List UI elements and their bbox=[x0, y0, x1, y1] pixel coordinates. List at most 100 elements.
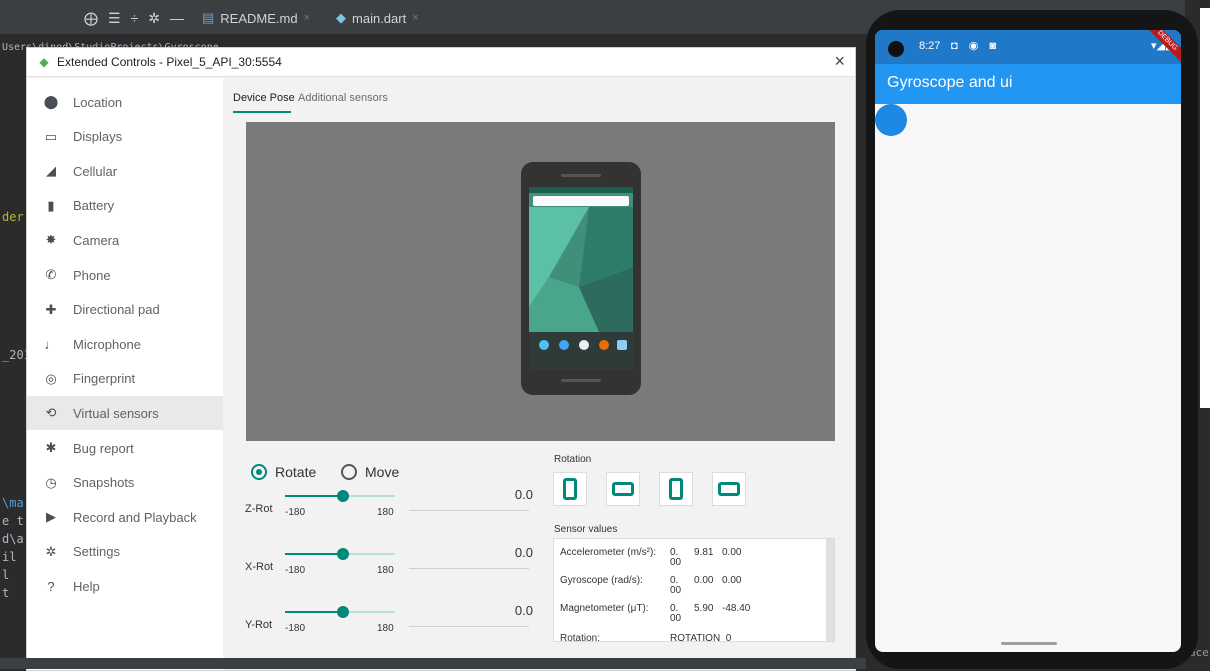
device-status-bar: 8:27 ◘ ◉ ◙ ▾◢▮ DEBUG bbox=[875, 30, 1181, 65]
app-title: Gyroscope and ui bbox=[887, 74, 1013, 91]
slider-fill bbox=[285, 553, 343, 555]
reverse-portrait-icon bbox=[669, 478, 683, 500]
sidebar-item-label: Settings bbox=[73, 544, 120, 560]
sidebar-item-directional-pad[interactable]: ✚ Directional pad bbox=[27, 293, 223, 327]
gear-icon[interactable]: ✲ bbox=[148, 10, 160, 27]
close-tab-icon[interactable]: × bbox=[412, 12, 418, 24]
sidebar-item-virtual-sensors[interactable]: ⟲ Virtual sensors bbox=[27, 396, 223, 431]
tab-main-dart[interactable]: ◆ main.dart × bbox=[328, 8, 427, 28]
slider-label: Z-Rot bbox=[245, 503, 273, 515]
phone-app-icon bbox=[599, 340, 609, 350]
slider-thumb[interactable] bbox=[336, 548, 349, 560]
phone-speaker bbox=[561, 174, 601, 177]
gyroscope-ball bbox=[875, 104, 907, 136]
sidebar-item-bug-report[interactable]: ✱ Bug report bbox=[27, 431, 223, 465]
sidebar-item-fingerprint[interactable]: ◎ Fingerprint bbox=[27, 362, 223, 396]
rotate-portrait-button[interactable] bbox=[553, 472, 587, 506]
phone-speaker bbox=[561, 379, 601, 382]
sensor-values-scrollbar[interactable] bbox=[826, 539, 834, 641]
close-tab-icon[interactable]: × bbox=[304, 12, 310, 24]
slider-min-label: -180 bbox=[285, 565, 306, 576]
sidebar-item-battery[interactable]: ▮ Battery bbox=[27, 189, 223, 223]
virtual-phone-screen bbox=[529, 187, 633, 370]
help-icon: ? bbox=[47, 578, 55, 594]
portrait-icon bbox=[563, 478, 577, 500]
front-camera-icon bbox=[888, 41, 904, 57]
sidebar-item-camera[interactable]: ✸ Camera bbox=[27, 223, 223, 257]
slider-max-label: 180 bbox=[377, 623, 394, 634]
sidebar-item-cellular[interactable]: ◢ Cellular bbox=[27, 154, 223, 188]
slider-label: X-Rot bbox=[245, 561, 274, 573]
ide-code-fragment: \ma bbox=[2, 496, 24, 510]
sidebar-item-label: Snapshots bbox=[73, 475, 135, 491]
sidebar-item-location[interactable]: ⬤ Location bbox=[27, 85, 223, 119]
phone-app-icon bbox=[559, 340, 569, 350]
rotation-slider[interactable] bbox=[285, 548, 395, 560]
rotation-slider[interactable] bbox=[285, 490, 395, 502]
device-pose-viewport[interactable] bbox=[246, 122, 835, 441]
sidebar: ⬤ Location ▭ Displays ◢ Cellular ▮ Battery ✸ Came… bbox=[27, 78, 223, 670]
slider-value: 0.0 bbox=[514, 603, 533, 618]
rotation-label: Rotation bbox=[554, 454, 592, 465]
ide-code-fragment: e t bbox=[2, 514, 24, 528]
sidebar-item-help[interactable]: ? Help bbox=[27, 569, 223, 603]
rotate-landscape-button[interactable] bbox=[606, 472, 640, 506]
fingerprint-icon: ◎ bbox=[45, 370, 57, 386]
sidebar-item-label: Battery bbox=[73, 198, 115, 214]
sidebar-item-phone[interactable]: ✆ Phone bbox=[27, 258, 223, 292]
ide-code-fragment: il bbox=[2, 550, 17, 564]
slider-divider bbox=[409, 626, 529, 627]
tab-additional-sensors[interactable]: Additional sensors bbox=[298, 92, 388, 104]
battery-icon: ▮ bbox=[47, 197, 55, 213]
sidebar-item-label: Displays bbox=[73, 129, 123, 145]
sidebar-item-label: Virtual sensors bbox=[73, 405, 159, 421]
ide-code-fragment: d\a bbox=[2, 532, 24, 546]
gesture-nav-pill[interactable] bbox=[1001, 642, 1057, 645]
sidebar-item-record-and-playback[interactable]: ▶ Record and Playback bbox=[27, 500, 223, 534]
status-time: 8:27 bbox=[919, 40, 941, 52]
minimize-icon[interactable]: — bbox=[170, 10, 184, 26]
sidebar-item-microphone[interactable]: ♩ Microphone bbox=[27, 327, 223, 361]
close-icon[interactable]: × bbox=[834, 51, 845, 72]
rotate-reverse-landscape-button[interactable] bbox=[712, 472, 746, 506]
virtual-phone-model[interactable] bbox=[521, 162, 641, 395]
cellular-signal-icon: ◢ bbox=[46, 163, 56, 179]
slider-min-label: -180 bbox=[285, 507, 306, 518]
window-title-bar: ◆ Extended Controls - Pixel_5_API_30:555… bbox=[27, 48, 855, 77]
landscape-icon bbox=[612, 482, 634, 496]
slider-divider bbox=[409, 568, 529, 569]
reverse-landscape-icon bbox=[718, 482, 740, 496]
rotate-radio[interactable]: Rotate bbox=[251, 464, 316, 480]
wallpaper-shapes bbox=[529, 207, 633, 332]
slider-fill bbox=[285, 495, 343, 497]
snapshot-icon: ◷ bbox=[45, 474, 57, 490]
dart-file-icon: ◆ bbox=[336, 10, 347, 25]
radio-selected-icon bbox=[251, 464, 267, 480]
ide-editor-gutter: Users\dinod\StudioProjects\Gyroscope der… bbox=[0, 34, 219, 669]
rotate-reverse-portrait-button[interactable] bbox=[659, 472, 693, 506]
target-icon[interactable]: ⨁ bbox=[84, 10, 98, 27]
sidebar-item-label: Phone bbox=[73, 267, 111, 283]
tab-device-pose[interactable]: Device Pose bbox=[233, 92, 295, 104]
sidebar-item-settings[interactable]: ✲ Settings bbox=[27, 535, 223, 569]
virtual-sensors-icon: ⟲ bbox=[45, 405, 57, 421]
move-radio[interactable]: Move bbox=[341, 464, 399, 480]
align-icon[interactable]: ☰ bbox=[108, 10, 121, 27]
slider-thumb[interactable] bbox=[336, 490, 349, 502]
sidebar-item-snapshots[interactable]: ◷ Snapshots bbox=[27, 466, 223, 500]
phone-app-icon bbox=[579, 340, 589, 350]
rotation-slider[interactable] bbox=[285, 606, 395, 618]
sidebar-item-displays[interactable]: ▭ Displays bbox=[27, 120, 223, 154]
display-icon: ▭ bbox=[44, 128, 58, 144]
tab-readme[interactable]: ▤ README.md × bbox=[193, 8, 319, 28]
divider-icon[interactable]: ÷ bbox=[131, 10, 139, 26]
sidebar-item-label: Camera bbox=[73, 232, 120, 248]
slider-max-label: 180 bbox=[377, 565, 394, 576]
notification-icons: ◘ ◉ ◙ bbox=[951, 40, 1000, 52]
window-title: Extended Controls - Pixel_5_API_30:5554 bbox=[57, 55, 282, 69]
device-screen[interactable]: 8:27 ◘ ◉ ◙ ▾◢▮ DEBUG Gyroscope and ui bbox=[875, 30, 1181, 652]
sidebar-item-label: Directional pad bbox=[73, 302, 160, 318]
sidebar-item-label: Microphone bbox=[73, 336, 141, 352]
slider-label: Y-Rot bbox=[245, 619, 273, 631]
slider-thumb[interactable] bbox=[336, 606, 349, 618]
